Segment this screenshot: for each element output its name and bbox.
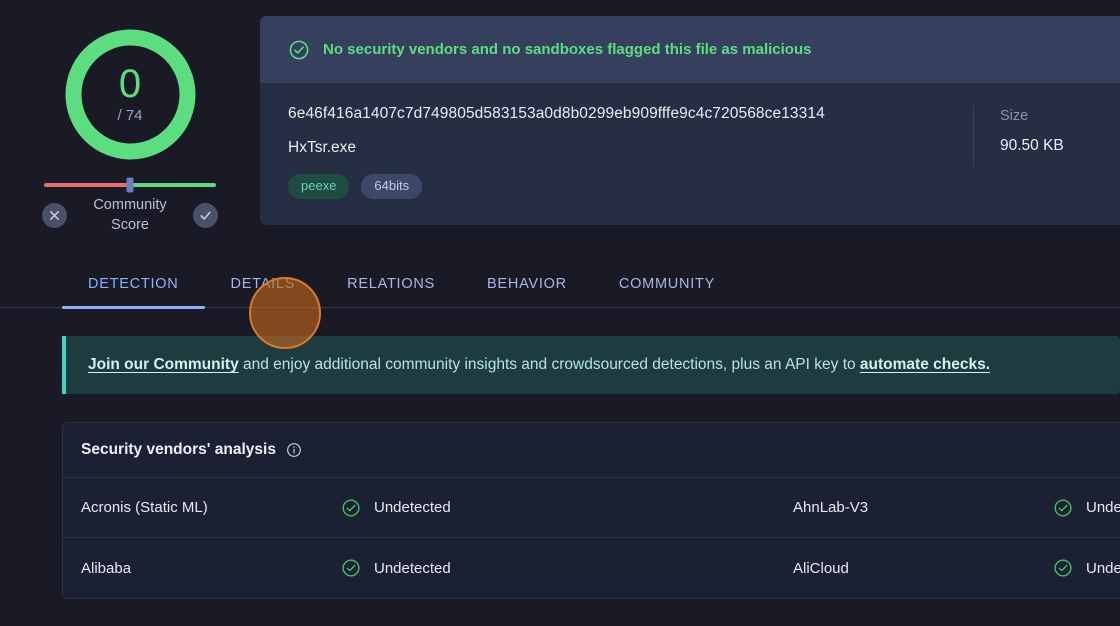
circle-check-icon [341, 558, 361, 578]
banner-middle-text: and enjoy additional community insights … [239, 356, 860, 373]
tab-relations[interactable]: RELATIONS [321, 264, 461, 307]
vendor-result: Undetected [1053, 498, 1120, 518]
verdict-text: No security vendors and no sandboxes fla… [323, 41, 811, 58]
automate-checks-link[interactable]: automate checks. [860, 356, 990, 373]
vendor-verdict-text: Undetected [374, 499, 451, 516]
vendor-result: Undetected [341, 558, 451, 578]
slider-knob[interactable] [127, 178, 134, 193]
file-size-value: 90.50 KB [1000, 137, 1092, 155]
vendor-cell-right: AhnLab-V3 Undetected [785, 498, 1120, 518]
tag-peexe[interactable]: peexe [288, 174, 349, 199]
file-info-card: No security vendors and no sandboxes fla… [260, 16, 1120, 225]
security-vendors-header: Security vendors' analysis [63, 423, 1120, 478]
vendor-cell-left: Alibaba Undetected [63, 558, 785, 578]
banner-text: Join our Community and enjoy additional … [88, 356, 990, 374]
detection-score-gauge: 0 / 74 [64, 28, 197, 161]
vendor-cell-right: AliCloud Undetected [785, 558, 1120, 578]
security-vendors-panel: Security vendors' analysis Acronis (Stat… [62, 422, 1120, 599]
vendor-cell-left: Acronis (Static ML) Undetected [63, 498, 785, 518]
tag-64bits[interactable]: 64bits [361, 174, 422, 199]
file-size-block: Size 90.50 KB [1000, 106, 1092, 155]
vendor-name: Acronis (Static ML) [81, 499, 341, 516]
vendor-result: Undetected [341, 498, 451, 518]
vendor-name: AhnLab-V3 [793, 499, 1053, 516]
tab-behavior[interactable]: BEHAVIOR [461, 264, 593, 307]
circle-check-icon [288, 39, 310, 61]
gauge-center-text: 0 / 74 [64, 28, 197, 161]
vendor-total: / 74 [117, 107, 142, 125]
info-icon[interactable] [286, 442, 302, 458]
table-row: Alibaba Undetected AliCloud Undetec [63, 538, 1120, 598]
community-score-label: Community Score [77, 195, 183, 235]
file-metadata: Size 90.50 KB [973, 105, 1092, 167]
file-size-label: Size [1000, 106, 1092, 126]
file-name: HxTsr.exe [288, 139, 955, 157]
tab-detection[interactable]: DETECTION [62, 264, 205, 307]
circle-check-icon [193, 203, 218, 228]
file-tags: peexe 64bits [288, 174, 955, 199]
circle-x-icon [42, 203, 67, 228]
table-row: Acronis (Static ML) Undetected AhnLab-V3 [63, 478, 1120, 538]
verdict-banner: No security vendors and no sandboxes fla… [260, 16, 1120, 83]
join-community-link[interactable]: Join our Community [88, 356, 239, 373]
detection-score-panel: 0 / 74 Community Score [0, 16, 230, 235]
vendor-result: Undetected [1053, 558, 1120, 578]
community-score-slider[interactable] [44, 183, 216, 187]
report-tabs: DETECTION DETAILS RELATIONS BEHAVIOR COM… [0, 264, 1120, 308]
file-hash[interactable]: 6e46f416a1407c7d749805d583153a0d8b0299eb… [288, 105, 955, 123]
vendor-verdict-text: Undetected [1086, 499, 1120, 516]
file-summary-section: 0 / 74 Community Score [0, 0, 1120, 235]
vendor-verdict-text: Undetected [374, 560, 451, 577]
circle-check-icon [341, 498, 361, 518]
tab-community[interactable]: COMMUNITY [593, 264, 741, 307]
virustotal-file-report-page: 0 / 74 Community Score [0, 0, 1120, 626]
tab-details[interactable]: DETAILS [205, 264, 322, 307]
circle-check-icon [1053, 558, 1073, 578]
circle-check-icon [1053, 498, 1073, 518]
detection-count: 0 [119, 65, 141, 103]
file-card-body: 6e46f416a1407c7d749805d583153a0d8b0299eb… [260, 83, 1120, 225]
join-community-banner: Join our Community and enjoy additional … [62, 336, 1120, 394]
vendor-verdict-text: Undetected [1086, 560, 1120, 577]
vendor-name: AliCloud [793, 560, 1053, 577]
vendor-name: Alibaba [81, 560, 341, 577]
file-identity: 6e46f416a1407c7d749805d583153a0d8b0299eb… [288, 105, 955, 199]
security-vendors-title: Security vendors' analysis [81, 441, 276, 459]
community-score-legend: Community Score [42, 195, 218, 235]
